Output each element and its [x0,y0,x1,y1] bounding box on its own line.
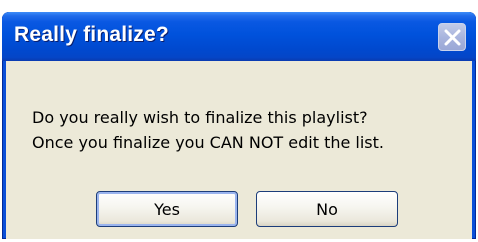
title-bar[interactable]: Really finalize? [2,12,476,61]
message-line-1: Do you really wish to finalize this play… [32,108,368,127]
close-icon [444,29,461,46]
dialog-title: Really finalize? [14,23,169,46]
screen: Really finalize? Do you really wish to f… [0,0,478,242]
yes-button[interactable]: Yes [96,191,238,227]
dialog-message: Do you really wish to finalize this play… [32,105,384,155]
finalize-dialog: Really finalize? Do you really wish to f… [2,12,476,239]
message-line-2: Once you finalize you CAN NOT edit the l… [32,133,384,152]
no-button[interactable]: No [256,191,398,227]
dialog-body: Do you really wish to finalize this play… [6,61,472,239]
close-button[interactable] [438,23,466,51]
